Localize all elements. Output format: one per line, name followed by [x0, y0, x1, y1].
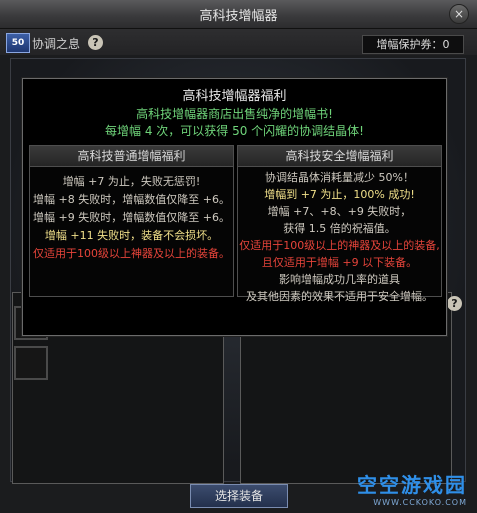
- normal-benefit-column: 高科技普通增幅福利 增幅 +7 为止，失败无惩罚! 增幅 +8 失败时，增幅数值…: [29, 145, 234, 297]
- benefit-line: 协调结晶体消耗量减少 50%！: [265, 171, 414, 184]
- benefit-line: 增幅 +8 失败时，增幅数值仅降至 +6。: [33, 193, 230, 206]
- watermark-url: WWW.CCKOKO.COM: [373, 498, 467, 507]
- popup-line-2: 每增幅 4 次，可以获得 50 个闪耀的协调结晶体!: [105, 124, 364, 138]
- protect-ticket-count: 增幅保护券：0: [362, 35, 464, 54]
- level-badge: 50: [6, 33, 30, 53]
- benefit-line: 仅适用于100级以上的神器及以上的装备,: [239, 239, 440, 252]
- benefit-line: 影响增幅成功几率的道具: [279, 273, 400, 286]
- benefit-line: 增幅 +11 失败时，装备不会损坏。: [44, 229, 219, 242]
- popup-title: 高科技增幅器福利: [182, 89, 287, 104]
- benefit-line: 增幅 +7、+8、+9 失败时，: [267, 205, 412, 218]
- select-equipment-button[interactable]: 选择装备: [190, 484, 288, 508]
- benefit-line: 增幅 +9 失败时，增幅数值仅降至 +6。: [33, 211, 230, 224]
- benefit-line: 增幅 +7 为止，失败无惩罚!: [62, 175, 201, 188]
- safe-benefit-column: 高科技安全增幅福利 协调结晶体消耗量减少 50%！ 增幅到 +7 为止，100%…: [237, 145, 442, 303]
- safe-benefit-header: 高科技安全增幅福利: [238, 146, 441, 167]
- benefit-popup: 高科技增幅器福利 高科技增幅器商店出售纯净的增幅书! 每增幅 4 次，可以获得 …: [22, 78, 447, 336]
- benefit-line: 增幅到 +7 为止，100% 成功!: [264, 188, 415, 201]
- watermark-text: 空空游戏园: [357, 473, 467, 497]
- help-icon[interactable]: ?: [88, 35, 103, 50]
- watermark-logo: 空空游戏园 WWW.CCKOKO.COM: [357, 469, 467, 507]
- normal-benefit-header: 高科技普通增幅福利: [30, 146, 233, 167]
- help-icon[interactable]: ?: [447, 296, 462, 311]
- close-icon[interactable]: ×: [449, 4, 469, 24]
- window-title: 高科技增幅器: [199, 9, 278, 24]
- benefit-line: 获得 1.5 倍的祝福值。: [283, 222, 396, 235]
- benefit-line: 且仅适用于增幅 +9 以下装备。: [261, 256, 418, 269]
- benefit-line: 及其他因素的效果不适用于安全增幅。: [246, 290, 433, 303]
- title-bar: 高科技增幅器 ×: [0, 0, 477, 29]
- popup-line-1: 高科技增幅器商店出售纯净的增幅书!: [136, 107, 333, 121]
- benefit-line: 仅适用于100级以上神器及以上的装备。: [33, 247, 230, 260]
- equipment-slot[interactable]: [14, 346, 48, 380]
- hint-label: 协调之息: [32, 37, 81, 51]
